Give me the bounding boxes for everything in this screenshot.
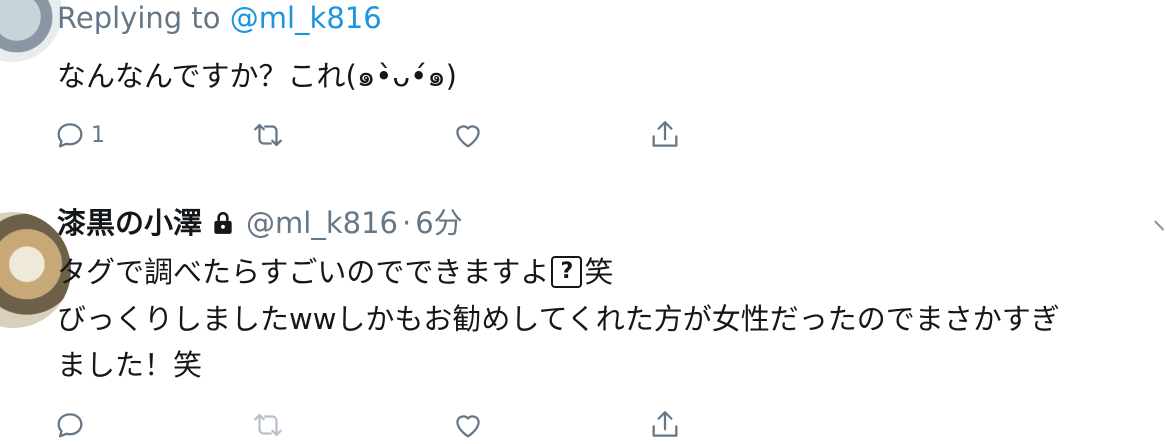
tweet-text: なんなんですか？これ(๑•̀ᴗ•́๑) [57, 59, 457, 93]
share-icon [652, 121, 678, 147]
retweet-button[interactable] [251, 118, 285, 152]
tweet-text-segment: タグで調べたらすごいのでできますよ [57, 255, 550, 289]
tweet-text-line: ました！笑 [57, 348, 203, 382]
question-box-glyph: ? [551, 256, 583, 288]
retweet-button[interactable] [251, 408, 285, 442]
retweet-icon [254, 123, 282, 147]
reply-icon [57, 123, 83, 148]
reply-button[interactable] [53, 408, 87, 442]
like-button[interactable] [451, 118, 485, 152]
reply-button[interactable]: 1 [53, 118, 105, 152]
like-icon [456, 415, 480, 438]
replying-to: Replying to @ml_k816 [57, 0, 382, 36]
share-icon [652, 411, 678, 437]
share-button[interactable] [648, 408, 682, 442]
reply-handle-link[interactable]: @ml_k816 [230, 1, 382, 35]
avatar[interactable] [0, 0, 62, 62]
chevron-down-icon[interactable] [1150, 212, 1166, 238]
share-button[interactable] [648, 118, 682, 152]
like-icon [456, 125, 480, 148]
display-name[interactable]: 漆黒の小澤 [57, 203, 202, 243]
replying-to-label: Replying to [57, 1, 230, 35]
reply-count: 1 [91, 122, 105, 148]
tweet-text-line: タグで調べたらすごいのでできますよ? 笑 [57, 250, 613, 295]
tweet-time[interactable]: 6分 [415, 203, 462, 243]
reply-icon [57, 413, 83, 438]
lock-icon [210, 210, 236, 236]
retweet-icon [254, 413, 282, 437]
tweet-text-segment: 笑 [584, 255, 614, 289]
tweet-text-line: びっくりしましたwwしかもお勧めしてくれた方が女性だったのでまさかすぎ [57, 302, 1060, 336]
separator: · [401, 206, 412, 240]
like-button[interactable] [451, 408, 485, 442]
user-handle[interactable]: @ml_k816 [246, 203, 398, 243]
tweet-header: 漆黒の小澤 @ml_k816 · 6分 [57, 203, 463, 243]
